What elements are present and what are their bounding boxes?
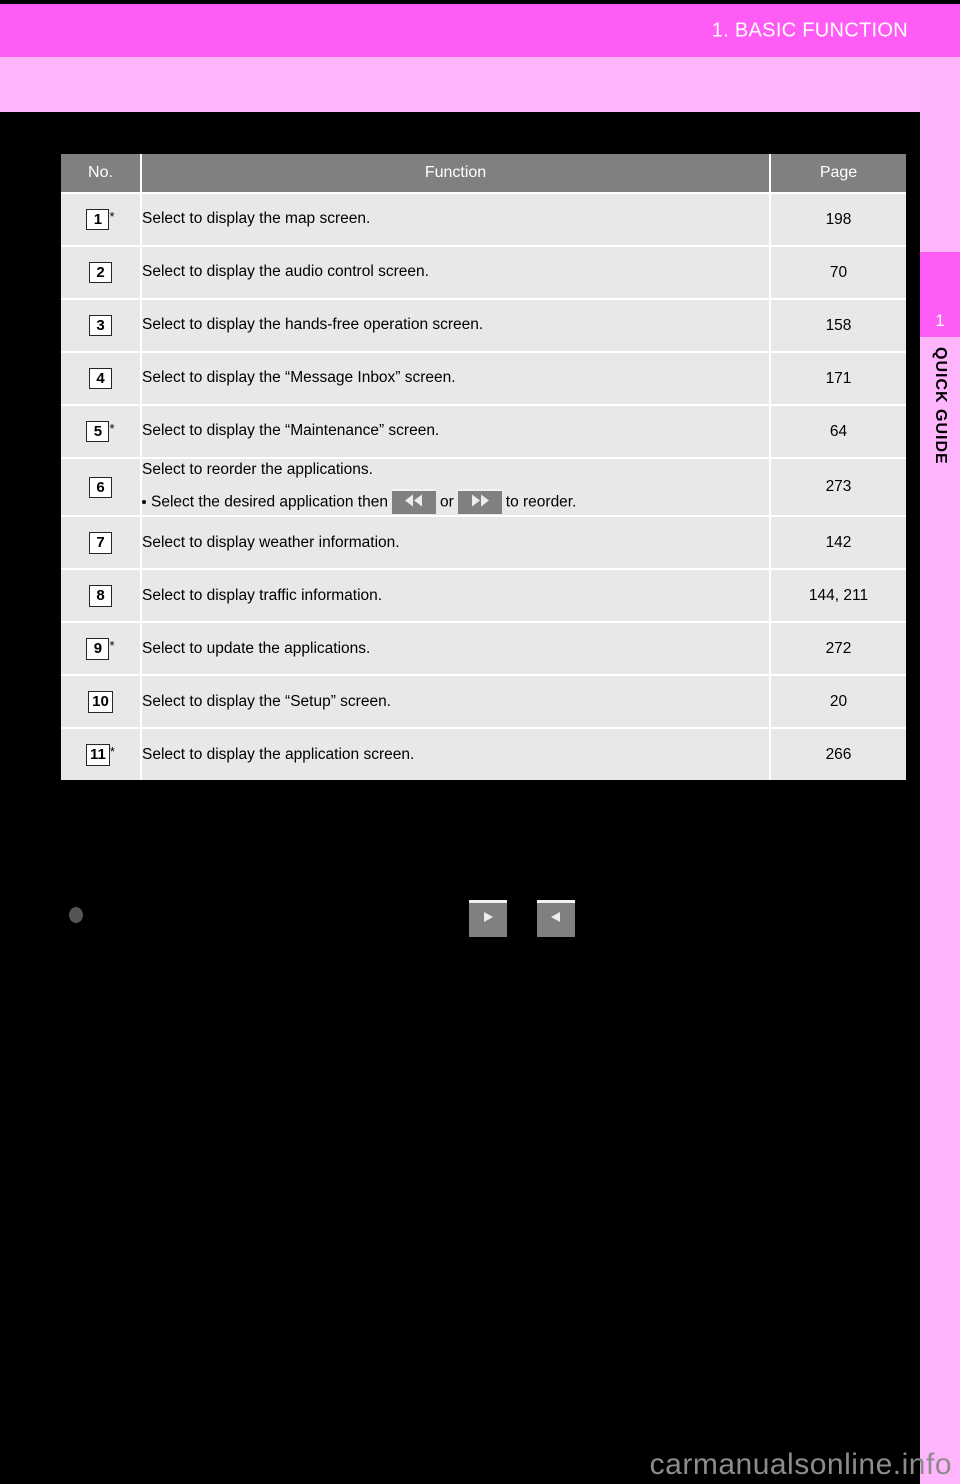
row-function-cell: Select to reorder the applications. Sele…: [141, 456, 771, 517]
row-page-cell: 144, 211: [770, 568, 906, 623]
number-badge: 10: [88, 691, 113, 713]
table-row: 4 Select to display the “Message Inbox” …: [61, 351, 906, 405]
watermark: carmanualsonline.info: [649, 1448, 952, 1481]
number-badge-value: 9: [86, 638, 110, 660]
number-badge-value: 5: [86, 420, 110, 443]
sidebar-chapter-tab[interactable]: 1: [920, 252, 960, 337]
row-number-cell: 3: [61, 298, 142, 352]
play-right-icon[interactable]: [469, 900, 507, 937]
number-badge-value: 6: [89, 476, 112, 498]
row-number-cell: 2: [61, 245, 142, 299]
row-function-text: Select to reorder the applications.: [142, 461, 373, 478]
number-badge: 5 *: [86, 420, 115, 443]
row-page-cell: 142: [770, 515, 906, 570]
row-number-cell: 6: [61, 456, 142, 517]
row-function-subline: Select the desired application then or to …: [142, 489, 769, 515]
table-row: 1 * Select to display the map screen. 198: [61, 192, 906, 246]
number-badge-value: 4: [89, 367, 112, 390]
table-row: 6 Select to reorder the applications. Se…: [61, 456, 906, 517]
row-page-cell: 158: [770, 298, 906, 352]
row-function-cell: Select to display the application screen…: [141, 727, 771, 781]
row-page-cell: 272: [770, 621, 906, 676]
row-function-cell: Select to display traffic information.: [141, 568, 771, 623]
page-title: 1. BASIC FUNCTION: [711, 19, 908, 41]
number-badge-value: 10: [88, 691, 113, 713]
row-page-cell: 20: [770, 674, 906, 729]
subline-text-before: Select the desired application then: [151, 494, 388, 512]
row-number-cell: 1 *: [61, 192, 142, 246]
row-page-cell: 273: [770, 456, 906, 517]
row-number-cell: 4: [61, 351, 142, 405]
rewind-icon[interactable]: [391, 489, 436, 515]
table-row: 8 Select to display traffic information.…: [61, 568, 906, 623]
column-header-page: Page: [770, 154, 906, 193]
number-badge-value: 1: [86, 208, 110, 231]
fast-forward-icon[interactable]: [457, 489, 502, 515]
column-header-no: No.: [61, 154, 142, 193]
number-badge: 9 *: [86, 638, 115, 660]
row-number-cell: 8: [61, 568, 142, 623]
sidebar-chapter-number: 1: [935, 311, 945, 330]
number-badge: 11 *: [86, 744, 115, 766]
row-number-cell: 7: [61, 515, 142, 570]
row-number-cell: 9 *: [61, 621, 142, 676]
row-number-cell: 10: [61, 674, 142, 729]
table-row: 2 Select to display the audio control sc…: [61, 245, 906, 299]
row-number-cell: 5 *: [61, 404, 142, 458]
chapter-sidebar: 1 QUICK GUIDE: [920, 57, 960, 1484]
table-row: 5 * Select to display the “Maintenance” s…: [61, 404, 906, 458]
bullet-icon: [142, 499, 146, 504]
table-row: 11 * Select to display the application sc…: [61, 727, 906, 781]
subline-text-middle: or: [439, 494, 454, 512]
table-row: 3 Select to display the hands-free opera…: [61, 298, 906, 352]
number-badge-value: 8: [89, 585, 112, 607]
row-function-cell: Select to display the hands-free operati…: [141, 298, 771, 352]
number-badge: 7: [89, 532, 112, 554]
play-left-icon[interactable]: [537, 900, 575, 937]
chapter-subband: [0, 57, 920, 112]
row-function-cell: Select to display the audio control scre…: [141, 245, 771, 299]
function-reference-table: No. Function Page 1 * Select to display t…: [61, 154, 906, 781]
subline-text-after: to reorder.: [505, 494, 577, 512]
table-row: 9 * Select to update the applications. 27…: [61, 621, 906, 676]
row-page-cell: 266: [770, 727, 906, 781]
row-page-cell: 70: [770, 245, 906, 299]
chapter-banner: 1. BASIC FUNCTION: [0, 4, 960, 57]
row-function-cell: Select to display the “Setup” screen.: [141, 674, 771, 729]
number-badge-value: 7: [89, 532, 112, 554]
number-badge: 3: [89, 314, 112, 337]
footnote-asterisk: *: [109, 744, 115, 760]
sidebar-section-label: QUICK GUIDE: [932, 347, 949, 465]
column-header-function: Function: [141, 154, 771, 193]
number-badge-value: 3: [89, 314, 112, 337]
footnote-asterisk: *: [109, 420, 115, 436]
row-function-cell: Select to display the “Message Inbox” sc…: [141, 351, 771, 405]
table-header-row: No. Function Page: [61, 154, 906, 193]
row-function-cell: Select to display the “Maintenance” scre…: [141, 404, 771, 458]
row-function-cell: Select to display the map screen.: [141, 192, 771, 246]
number-badge: 4: [89, 367, 112, 390]
note-bullet-icon: [69, 907, 83, 923]
number-badge: 6: [89, 476, 112, 498]
number-badge-value: 2: [89, 261, 112, 284]
table-row: 10 Select to display the “Setup” screen.…: [61, 674, 906, 729]
row-page-cell: 64: [770, 404, 906, 458]
row-page-cell: 198: [770, 192, 906, 246]
number-badge-value: 11: [86, 744, 110, 766]
number-badge: 8: [89, 585, 112, 607]
number-badge: 1 *: [86, 208, 115, 231]
row-number-cell: 11 *: [61, 727, 142, 781]
row-function-cell: Select to display weather information.: [141, 515, 771, 570]
row-page-cell: 171: [770, 351, 906, 405]
footnote-asterisk: *: [109, 208, 115, 224]
row-function-cell: Select to update the applications.: [141, 621, 771, 676]
number-badge: 2: [89, 261, 112, 284]
table-row: 7 Select to display weather information.…: [61, 515, 906, 570]
footnote-asterisk: *: [109, 638, 115, 654]
